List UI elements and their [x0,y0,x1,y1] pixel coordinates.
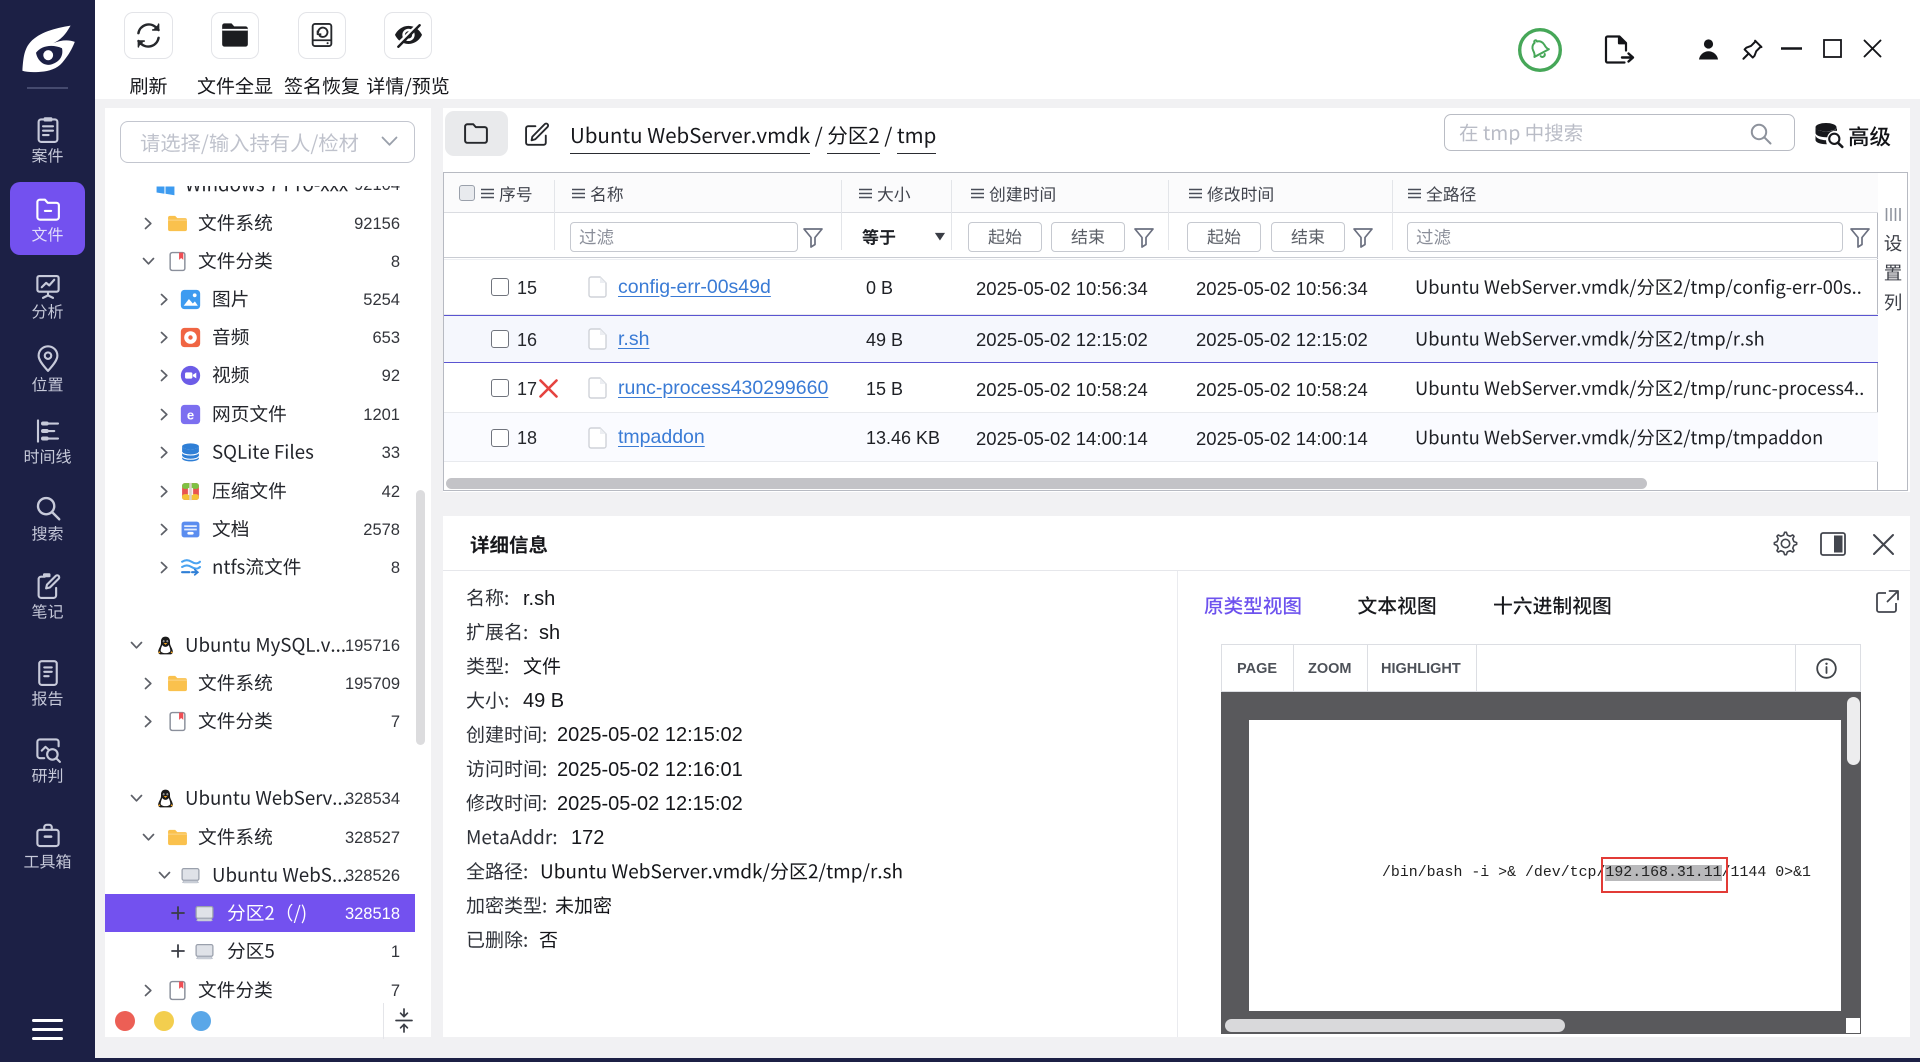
svg-text:e: e [187,407,194,422]
